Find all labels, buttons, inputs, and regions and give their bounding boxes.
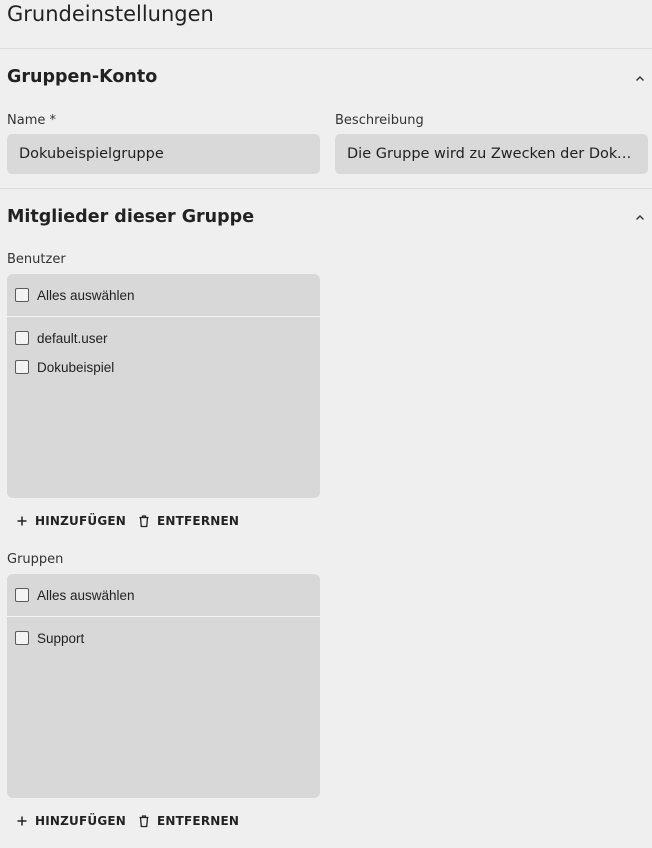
user-label: Dokubeispiel <box>37 359 115 375</box>
description-label: Beschreibung <box>335 113 424 128</box>
group-checkbox[interactable] <box>15 631 29 645</box>
plus-icon <box>15 814 29 828</box>
select-all-checkbox[interactable] <box>15 288 29 302</box>
list-item[interactable]: Support <box>15 628 84 648</box>
section-title-members: Mitglieder dieser Gruppe <box>7 207 255 227</box>
section-title-group-account: Gruppen-Konto <box>7 67 158 87</box>
remove-user-label: ENTFERNEN <box>157 514 240 528</box>
groups-listbox[interactable]: Alles auswählen Support <box>7 574 320 798</box>
divider <box>0 48 652 49</box>
select-all-checkbox[interactable] <box>15 588 29 602</box>
plus-icon <box>15 514 29 528</box>
users-label: Benutzer <box>7 252 66 267</box>
user-checkbox[interactable] <box>15 360 29 374</box>
list-item[interactable]: default.user <box>15 328 108 348</box>
add-group-button[interactable]: HINZUFÜGEN <box>15 814 126 828</box>
remove-group-button[interactable]: ENTFERNEN <box>137 814 239 828</box>
select-all-option[interactable]: Alles auswählen <box>15 285 135 305</box>
groups-label: Gruppen <box>7 552 64 567</box>
user-checkbox[interactable] <box>15 331 29 345</box>
remove-group-label: ENTFERNEN <box>157 814 240 828</box>
add-user-button[interactable]: HINZUFÜGEN <box>15 514 126 528</box>
select-all-option[interactable]: Alles auswählen <box>15 585 135 605</box>
name-label: Name * <box>7 113 56 128</box>
trash-icon <box>137 514 151 528</box>
page-title: Grundeinstellungen <box>7 2 214 26</box>
chevron-up-icon[interactable] <box>634 212 646 224</box>
chevron-up-icon[interactable] <box>634 73 646 85</box>
select-all-label: Alles auswählen <box>37 587 135 603</box>
trash-icon <box>137 814 151 828</box>
list-item[interactable]: Dokubeispiel <box>15 357 114 377</box>
groups-select-all-row: Alles auswählen <box>7 574 320 617</box>
name-field[interactable]: Dokubeispielgruppe <box>7 134 320 174</box>
users-select-all-row: Alles auswählen <box>7 274 320 317</box>
add-group-label: HINZUFÜGEN <box>35 814 127 828</box>
select-all-label: Alles auswählen <box>37 287 135 303</box>
description-field[interactable]: Die Gruppe wird zu Zwecken der Dokumenta… <box>335 134 648 174</box>
group-label: Support <box>37 630 85 646</box>
add-user-label: HINZUFÜGEN <box>35 514 127 528</box>
user-label: default.user <box>37 330 108 346</box>
users-listbox[interactable]: Alles auswählen default.user Dokubeispie… <box>7 274 320 498</box>
divider <box>0 188 652 189</box>
settings-page: Grundeinstellungen Gruppen-Konto Name * … <box>0 0 652 848</box>
remove-user-button[interactable]: ENTFERNEN <box>137 514 239 528</box>
